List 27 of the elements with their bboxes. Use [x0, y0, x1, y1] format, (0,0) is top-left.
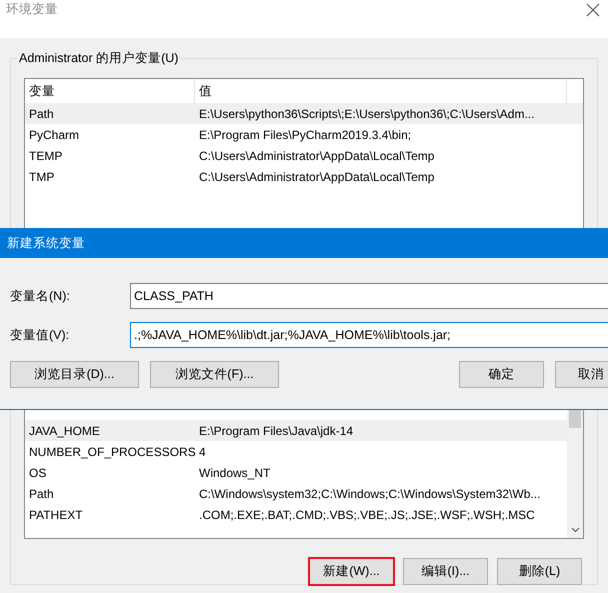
list-row[interactable]: TMP C:\Users\Administrator\AppData\Local\Temp: [25, 166, 583, 187]
scrollbar[interactable]: [567, 410, 583, 538]
close-icon[interactable]: [586, 3, 600, 17]
dialog-button[interactable]: 编辑(I)...: [403, 558, 488, 585]
scroll-thumb[interactable]: [569, 410, 581, 428]
list-row[interactable]: JAVA_HOME E:\Program Files\Java\jdk-14: [25, 420, 567, 441]
window-title: 环境变量: [6, 1, 58, 17]
dialog-button[interactable]: 确定: [459, 361, 544, 388]
list-row[interactable]: OS Windows_NT: [25, 462, 567, 483]
list-row[interactable]: Path C:\Windows\system32;C:\Windows;C:\Windows\System32\Wb...: [25, 483, 567, 504]
list-row[interactable]: PyCharm E:\Program Files\PyCharm2019.3.4\bin;: [25, 124, 583, 145]
dialog-button[interactable]: 新建(W)...: [309, 558, 394, 585]
list-row[interactable]: PATHEXT .COM;.EXE;.BAT;.CMD;.VBS;.VBE;.JS;.JSE;.WSF;.WSH;.MSC: [25, 504, 567, 525]
input-field[interactable]: .;%JAVA_HOME%\lib\dt.jar;%JAVA_HOME%\lib\tools.jar;: [130, 322, 608, 348]
field-label: 变量值(V):: [10, 326, 70, 344]
list-row[interactable]: Path E:\Users\python36\Scripts\;E:\Users\python36\;C:\Users\Adm...: [25, 103, 583, 124]
list-row[interactable]: TEMP C:\Users\Administrator\AppData\Local\Temp: [25, 145, 583, 166]
scroll-down-icon[interactable]: [571, 527, 580, 533]
field-label: 变量名(N):: [10, 288, 71, 304]
group-label: Administrator 的用户变量(U): [17, 50, 180, 67]
list-row[interactable]: NUMBER_OF_PROCESSORS 4: [25, 441, 567, 462]
dialog-button[interactable]: 删除(L): [497, 558, 582, 585]
input-field[interactable]: CLASS_PATH: [130, 283, 608, 309]
browse-button[interactable]: 浏览目录(D)...: [10, 361, 139, 388]
dialog-button[interactable]: 取消: [555, 361, 608, 388]
dialog-title: 新建系统变量: [7, 234, 85, 252]
browse-button[interactable]: 浏览文件(F)...: [150, 361, 279, 388]
